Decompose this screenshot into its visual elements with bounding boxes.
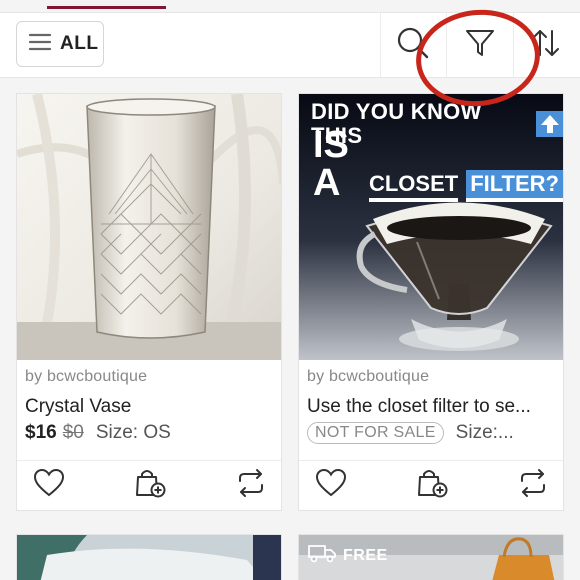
image-caption-text: CLOSET	[368, 170, 459, 202]
filter-icon	[464, 27, 496, 64]
filter-button[interactable]	[462, 27, 498, 63]
not-for-sale-badge: NOT FOR SALE	[307, 422, 444, 444]
listing-size: Size:...	[455, 422, 514, 443]
like-button[interactable]	[315, 468, 347, 503]
listing-title[interactable]: Use the closet filter to se...	[307, 396, 561, 418]
share-button[interactable]	[517, 467, 549, 504]
share-icon	[235, 467, 267, 504]
image-caption-text: IS A	[313, 124, 349, 204]
share-icon	[517, 467, 549, 504]
share-button[interactable]	[235, 467, 267, 504]
free-label: FREE	[343, 546, 388, 564]
heart-icon	[33, 468, 65, 503]
price-row: NOT FOR SALE Size:...	[307, 422, 514, 444]
listing-actions	[17, 460, 281, 508]
listing-image-vase[interactable]	[17, 94, 281, 360]
tab-indicator	[0, 0, 580, 10]
add-to-bundle-button[interactable]	[416, 469, 448, 501]
listing-actions	[299, 460, 563, 508]
add-to-bundle-button[interactable]	[134, 469, 166, 501]
image-caption-text: FILTER?	[466, 170, 563, 202]
all-categories-button[interactable]: ALL	[16, 21, 104, 67]
listing-card[interactable]: by bcwcboutique Crystal Vase $16 $0 Size…	[16, 93, 282, 511]
all-label: ALL	[60, 33, 99, 54]
seller-name[interactable]: by bcwcboutique	[307, 368, 429, 386]
sort-icon	[530, 27, 562, 64]
search-icon	[396, 26, 430, 65]
page: ALL by bcwcboutique Crystal Vase $16 $0 …	[0, 0, 580, 580]
add-to-bundle-icon	[134, 467, 166, 504]
listing-image[interactable]	[17, 535, 282, 580]
sort-button[interactable]	[528, 27, 564, 63]
listing-card[interactable]	[16, 534, 282, 580]
listing-card[interactable]: FREE	[298, 534, 564, 580]
toolbar-divider	[380, 13, 381, 77]
toolbar-divider	[446, 13, 447, 77]
heart-icon	[315, 468, 347, 503]
seller-name[interactable]: by bcwcboutique	[25, 368, 147, 386]
menu-icon	[28, 32, 52, 57]
listing-price: $16	[25, 422, 57, 443]
listing-title[interactable]: Crystal Vase	[25, 396, 279, 418]
active-tab-underline	[47, 6, 166, 9]
truck-icon	[307, 543, 337, 568]
add-to-bundle-icon	[416, 467, 448, 504]
free-shipping-badge: FREE	[307, 543, 388, 568]
image-caption-line-2: IS A CLOSET FILTER?	[313, 126, 563, 202]
search-button[interactable]	[395, 27, 431, 63]
toolbar-divider	[513, 13, 514, 77]
listing-card[interactable]: DID YOU KNOW THIS IS A CLOSET FILTER? by…	[298, 93, 564, 511]
feed-toolbar: ALL	[0, 12, 580, 78]
like-button[interactable]	[33, 468, 65, 503]
original-price: $0	[62, 422, 84, 443]
price-row: $16 $0 Size: OS	[25, 422, 171, 444]
listing-image-filter[interactable]: DID YOU KNOW THIS IS A CLOSET FILTER?	[299, 94, 563, 360]
listing-size: Size: OS	[95, 422, 171, 443]
